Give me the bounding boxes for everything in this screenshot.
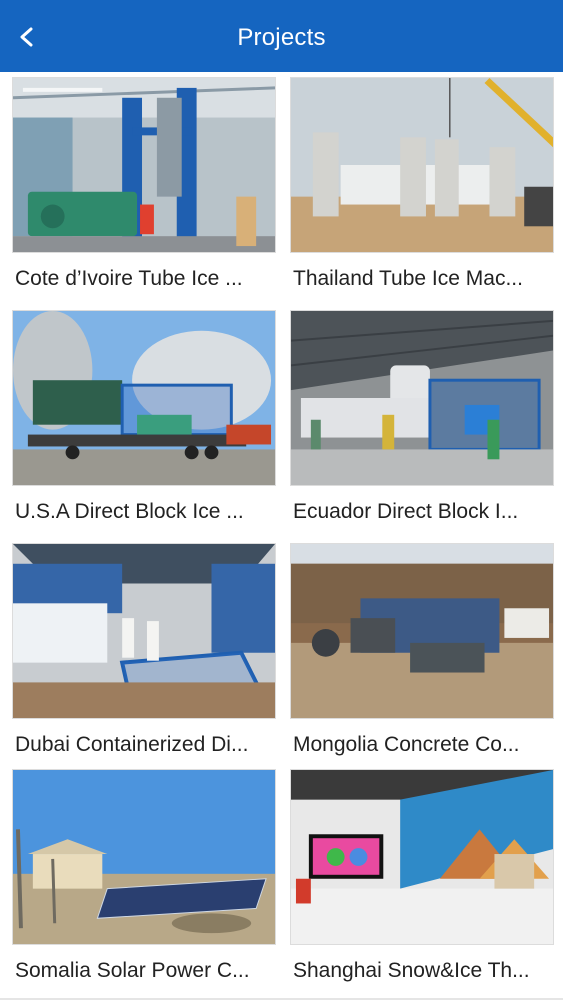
project-image [290, 77, 554, 253]
project-image [290, 543, 554, 719]
project-image [12, 310, 276, 486]
project-image [12, 543, 276, 719]
project-title: Mongolia Concrete Co... [293, 733, 520, 756]
project-title: Somalia Solar Power C... [15, 959, 250, 982]
project-title: U.S.A Direct Block Ice ... [15, 500, 244, 523]
project-title: Shanghai Snow&Ice Th... [293, 959, 530, 982]
project-card-shanghai[interactable]: Shanghai Snow&Ice Th... [290, 769, 554, 985]
project-card-dubai[interactable]: Dubai Containerized Di... [12, 543, 276, 759]
project-title: Ecuador Direct Block I... [293, 500, 519, 523]
app-header: Projects [0, 0, 563, 72]
project-card-thailand[interactable]: Thailand Tube Ice Mac... [290, 77, 554, 293]
project-card-mongolia[interactable]: Mongolia Concrete Co... [290, 543, 554, 759]
project-card-usa[interactable]: U.S.A Direct Block Ice ... [12, 310, 276, 526]
projects-grid: Cote d’Ivoire Tube Ice ... Thailand Tube… [0, 72, 563, 1000]
project-image [290, 769, 554, 945]
project-image [290, 310, 554, 486]
project-title: Cote d’Ivoire Tube Ice ... [15, 267, 243, 290]
project-image [12, 769, 276, 945]
project-card-somalia[interactable]: Somalia Solar Power C... [12, 769, 276, 985]
project-title: Dubai Containerized Di... [15, 733, 249, 756]
project-card-cote-divoire[interactable]: Cote d’Ivoire Tube Ice ... [12, 77, 276, 293]
page-title: Projects [237, 24, 326, 51]
project-title: Thailand Tube Ice Mac... [293, 267, 523, 290]
project-card-ecuador[interactable]: Ecuador Direct Block I... [290, 310, 554, 526]
project-image [12, 77, 276, 253]
